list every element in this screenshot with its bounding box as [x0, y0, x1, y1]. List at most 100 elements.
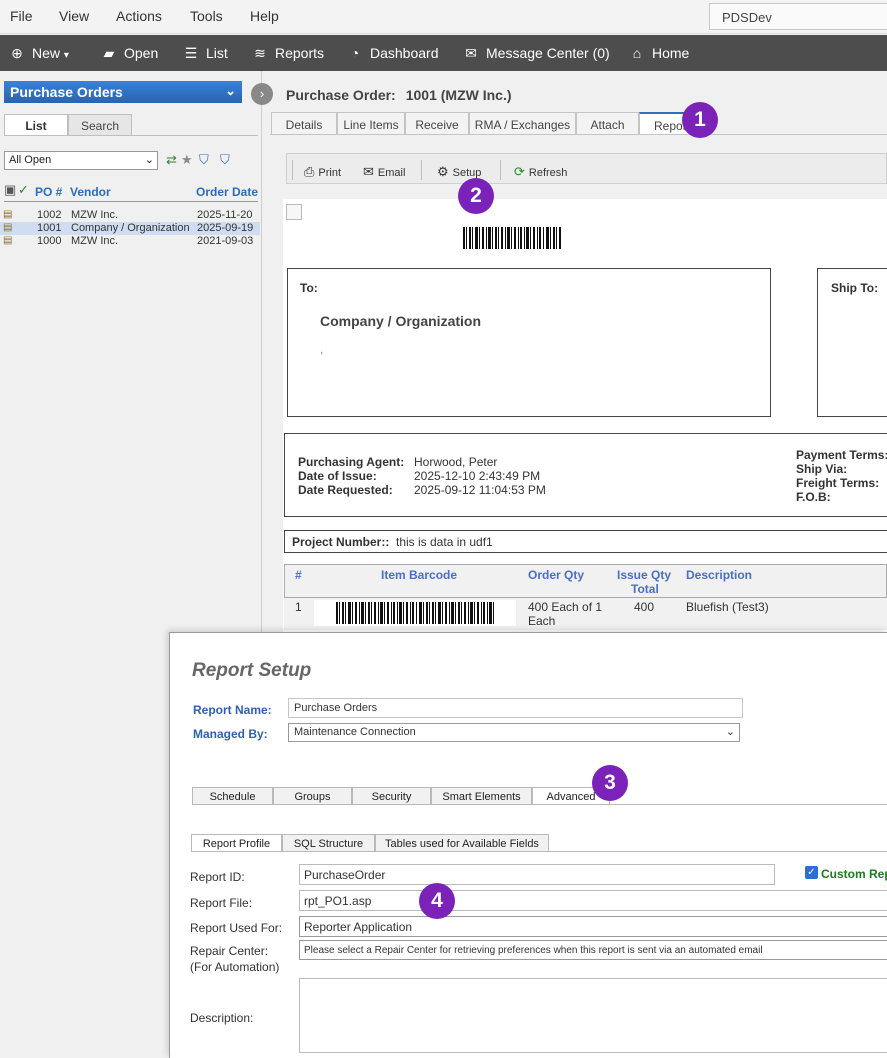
report-preview: To: Company / Organization , Ship To: Pu…	[283, 199, 887, 633]
tab-groups[interactable]: Groups	[273, 787, 352, 805]
environment-selector[interactable]: PDSDev	[709, 3, 887, 30]
list-button[interactable]: ☰ List	[182, 45, 228, 62]
page-title-value: 1001 (MZW Inc.)	[405, 87, 512, 103]
tab-search[interactable]: Search	[68, 114, 132, 136]
filter-edit-icon[interactable]: ⛉	[199, 152, 209, 168]
report-used-for-label: Report Used For:	[190, 921, 283, 935]
tab-tables-available-fields[interactable]: Tables used for Available Fields	[375, 834, 549, 852]
repair-center-select[interactable]: Please select a Repair Center for retrie…	[299, 940, 887, 960]
refresh-filter-icon[interactable]: ⇄	[166, 152, 177, 168]
po-number: 1002	[37, 209, 62, 221]
open-button[interactable]: ▰ Open	[100, 45, 159, 62]
step-marker-1: 1	[682, 102, 718, 138]
description-textarea[interactable]	[299, 978, 887, 1053]
toolbar-separator	[421, 160, 422, 180]
tab-details[interactable]: Details	[271, 112, 337, 135]
order-date: 2021-09-03	[197, 235, 254, 247]
page-title-label: Purchase Order:	[286, 87, 396, 103]
report-file-input[interactable]: rpt_PO1.asp	[299, 890, 887, 911]
list-item[interactable]: ▤ 1000 MZW Inc. 2021-09-03	[0, 235, 260, 248]
date-of-issue-label: Date of Issue:	[298, 469, 377, 483]
barcode-image	[463, 227, 561, 249]
filter-select[interactable]: All Open ⌄	[4, 151, 158, 170]
module-selector[interactable]: Purchase Orders ⌄	[4, 81, 242, 103]
folder-open-icon: ▰	[103, 45, 115, 61]
refresh-label: Refresh	[528, 167, 568, 179]
page-title: Purchase Order: 1001 (MZW Inc.)	[286, 87, 512, 103]
tab-schedule[interactable]: Schedule	[192, 787, 273, 805]
message-center-button[interactable]: ✉ Message Center (0)	[462, 45, 610, 62]
message-icon: ✉	[465, 45, 477, 61]
menu-view[interactable]: View	[59, 8, 89, 24]
item-barcode-image	[314, 600, 516, 626]
toolbar-separator	[500, 160, 501, 180]
document-icon: ▤	[3, 222, 13, 233]
print-button[interactable]: ⎙ Print	[304, 164, 341, 180]
tab-security[interactable]: Security	[352, 787, 431, 805]
tab-attach[interactable]: Attach	[576, 112, 639, 135]
tab-rma-exchanges[interactable]: RMA / Exchanges	[469, 112, 576, 135]
tab-smart-elements[interactable]: Smart Elements	[431, 787, 532, 805]
tab-divider	[4, 135, 258, 136]
filter-clear-icon[interactable]: ⛉	[220, 152, 230, 168]
ship-via-label: Ship Via:	[796, 462, 848, 476]
vendor: MZW Inc.	[71, 209, 119, 221]
filter-value: All Open	[9, 154, 52, 166]
reports-label: Reports	[275, 45, 325, 61]
custom-report-checkbox[interactable]: ✓	[805, 866, 818, 879]
setup-icon: ⚙	[437, 164, 449, 179]
custom-report-label: Custom Rep	[821, 867, 887, 881]
report-id-input[interactable]: PurchaseOrder	[299, 864, 775, 885]
report-name-input[interactable]: Purchase Orders	[288, 698, 743, 718]
chevron-down-icon: ⌄	[725, 726, 735, 738]
to-name: Company / Organization	[320, 313, 482, 329]
broken-image-icon	[286, 204, 302, 220]
select-all-icon[interactable]: ▣	[4, 182, 16, 198]
managed-by-value: Maintenance Connection	[294, 726, 416, 738]
tab-receive[interactable]: Receive	[405, 112, 469, 135]
item-number: 1	[295, 600, 302, 614]
menu-tools[interactable]: Tools	[190, 8, 223, 24]
dashboard-button[interactable]: ◔ Dashboard	[346, 45, 439, 61]
to-label: To:	[300, 281, 318, 295]
column-order-date[interactable]: Order Date	[196, 185, 258, 199]
ship-to-box: Ship To:	[817, 268, 887, 417]
managed-by-select[interactable]: Maintenance Connection ⌄	[288, 723, 740, 742]
home-button[interactable]: ⌂ Home	[628, 45, 690, 61]
report-used-for-select[interactable]: Reporter Application	[299, 916, 887, 937]
star-icon[interactable]: ★	[181, 152, 193, 168]
message-center-label: Message Center (0)	[486, 45, 610, 61]
menu-file[interactable]: File	[10, 8, 33, 24]
tab-list[interactable]: List	[4, 114, 68, 136]
menu-actions[interactable]: Actions	[116, 8, 162, 24]
tab-line-items[interactable]: Line Items	[337, 112, 405, 135]
vendor: Company / Organization	[71, 222, 190, 234]
left-panel: Purchase Orders ⌄ List Search All Open ⌄…	[0, 71, 262, 633]
document-icon: ▤	[3, 209, 13, 220]
tab-sql-structure[interactable]: SQL Structure	[282, 834, 375, 852]
column-po-number[interactable]: PO #	[35, 185, 62, 199]
new-button[interactable]: ⊕ New ▾	[8, 45, 69, 62]
report-name-label: Report Name:	[193, 703, 272, 717]
tab-report-profile[interactable]: Report Profile	[191, 834, 282, 852]
collapse-panel-button[interactable]: ›	[251, 83, 273, 105]
reports-button[interactable]: ≋ Reports	[251, 45, 324, 62]
check-list-icon[interactable]: ✓	[18, 182, 29, 198]
list-item[interactable]: ▤ 1002 MZW Inc. 2025-11-20	[0, 209, 260, 222]
print-label: Print	[318, 167, 342, 179]
email-button[interactable]: ✉ Email	[363, 164, 405, 180]
list-icon: ☰	[184, 45, 198, 61]
email-icon: ✉	[363, 164, 374, 179]
report-toolbar: ⎙ Print ✉ Email ⚙ Setup ⟳ Refresh	[286, 153, 887, 184]
home-label: Home	[652, 45, 690, 61]
date-requested-value: 2025-09-12 11:04:53 PM	[414, 483, 546, 497]
vendor: MZW Inc.	[71, 235, 119, 247]
list-item[interactable]: ▤ 1001 Company / Organization 2025-09-19	[0, 222, 260, 235]
column-vendor[interactable]: Vendor	[70, 185, 111, 199]
menu-help[interactable]: Help	[250, 8, 279, 24]
refresh-button[interactable]: ⟳ Refresh	[514, 164, 567, 180]
order-date: 2025-09-19	[197, 222, 254, 234]
repair-center-sublabel: (For Automation)	[190, 960, 280, 974]
description-label: Description:	[190, 1011, 254, 1025]
refresh-icon: ⟳	[514, 164, 525, 179]
